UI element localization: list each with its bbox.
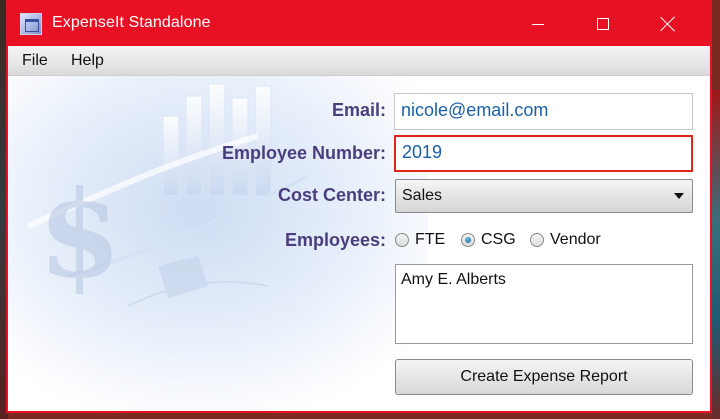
email-field[interactable]: nicole@email.com: [394, 93, 693, 130]
list-item[interactable]: Amy E. Alberts: [401, 271, 687, 289]
close-icon: [660, 16, 676, 32]
email-label: Email:: [331, 100, 386, 120]
create-expense-report-button[interactable]: Create Expense Report: [395, 359, 693, 395]
radio-csg[interactable]: CSG: [461, 231, 516, 249]
employee-listbox[interactable]: Amy E. Alberts: [395, 264, 693, 344]
radio-vendor[interactable]: Vendor: [530, 231, 601, 249]
maximize-icon: [597, 18, 609, 30]
cost-center-label: Cost Center:: [277, 185, 386, 205]
radio-fte-label: FTE: [415, 231, 446, 248]
employee-number-field[interactable]: 2019: [394, 135, 693, 172]
radio-fte-circle[interactable]: [395, 233, 409, 247]
app-icon: [20, 13, 42, 35]
maximize-button[interactable]: [580, 2, 626, 46]
menu-bar: File Help: [8, 46, 710, 76]
svg-text:$: $: [38, 164, 122, 305]
cost-center-select[interactable]: Sales: [395, 179, 693, 213]
radio-csg-label: CSG: [481, 231, 516, 248]
chevron-down-icon: [674, 193, 684, 199]
app-window: ExpenseIt Standalone File Help $ Email: …: [6, 0, 712, 413]
title-bar[interactable]: ExpenseIt Standalone: [8, 2, 710, 46]
desktop-background-right: [712, 90, 720, 419]
employees-label: Employees:: [284, 230, 386, 250]
radio-csg-circle[interactable]: [461, 233, 475, 247]
radio-vendor-label: Vendor: [550, 231, 601, 248]
radio-fte[interactable]: FTE: [395, 231, 445, 249]
minimize-icon: [532, 23, 544, 25]
minimize-button[interactable]: [515, 2, 561, 46]
form-area: $ Email: nicole@email.com Employee Numbe…: [8, 76, 710, 411]
employee-number-label: Employee Number:: [221, 143, 386, 163]
close-button[interactable]: [645, 2, 691, 46]
cost-center-value: Sales: [402, 187, 443, 204]
menu-file[interactable]: File: [22, 52, 48, 70]
radio-vendor-circle[interactable]: [530, 233, 544, 247]
menu-help[interactable]: Help: [71, 52, 104, 70]
window-title: ExpenseIt Standalone: [52, 14, 211, 31]
